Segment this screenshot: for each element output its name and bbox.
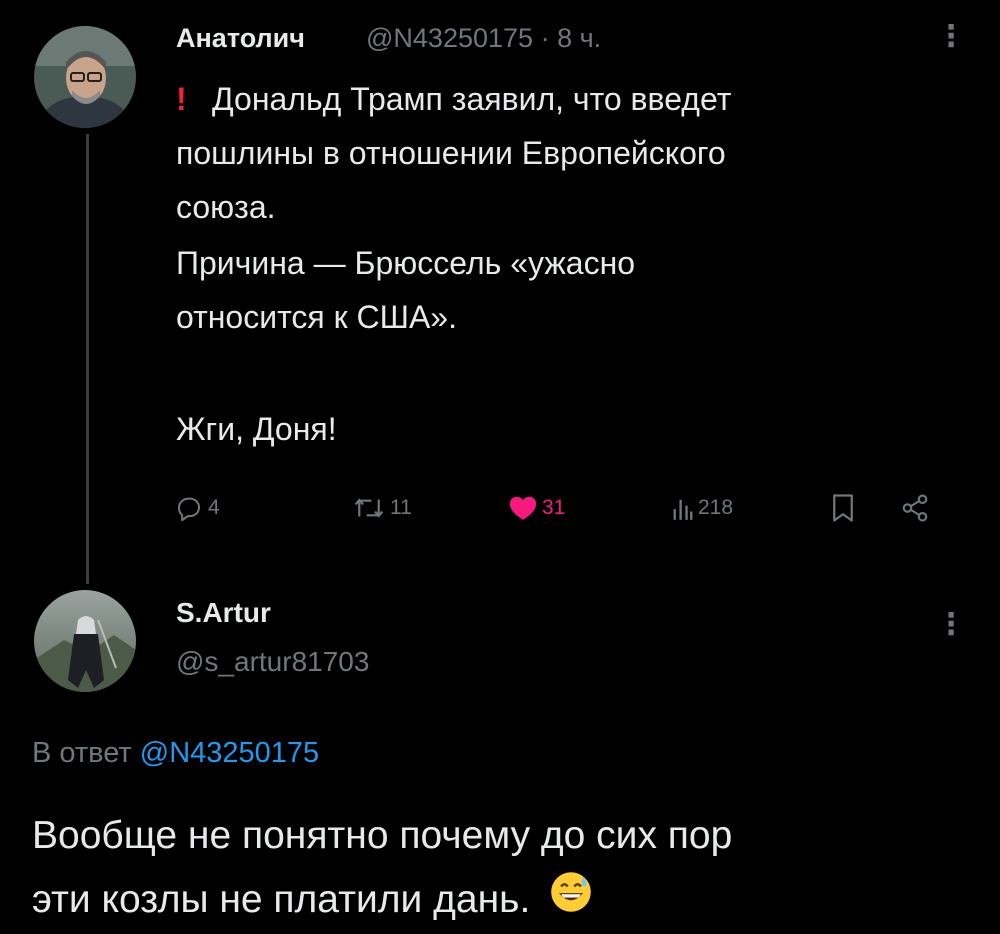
reply-count: 4: [208, 496, 220, 519]
reply-icon: [178, 497, 200, 522]
repost-icon: [354, 498, 384, 518]
reply-text-line-1: Вообще не понятно почему до сих пор: [32, 814, 733, 857]
more-vertical-icon[interactable]: ⋮: [936, 22, 966, 52]
author-avatar[interactable]: [34, 26, 136, 128]
reply-to-mention[interactable]: @N43250175: [140, 737, 319, 769]
views-button[interactable]: 218: [672, 488, 733, 528]
author-name[interactable]: Анатолич: [176, 22, 305, 54]
tweet-text-line-5: относится к США».: [176, 299, 457, 335]
alert-icon: !: [176, 81, 187, 117]
thread-connector-line: [86, 134, 89, 584]
like-count: 31: [542, 496, 566, 519]
reply-button[interactable]: 4: [174, 488, 220, 528]
repost-count: 11: [390, 496, 412, 519]
reply-author-avatar[interactable]: [34, 590, 136, 692]
like-button[interactable]: 31: [508, 488, 565, 528]
views-count: 218: [698, 496, 734, 519]
tweet-text-line-6: Жги, Доня!: [176, 411, 337, 447]
tweet-text-line-2: пошлины в отношении Европейского: [176, 135, 726, 171]
author-handle[interactable]: @N43250175: [366, 23, 533, 53]
reply-author-handle[interactable]: @s_artur81703: [176, 645, 369, 679]
reply-text-line-2: эти козлы не платили дань.: [32, 868, 593, 934]
tweet-meta: @N43250175 · 8 ч.: [366, 22, 601, 54]
grinning-sweat-emoji-icon: [549, 870, 593, 934]
share-button[interactable]: [900, 488, 930, 528]
reply-to-label: В ответ: [32, 737, 132, 769]
reply-to-line: В ответ @N43250175: [32, 735, 319, 771]
heart-icon: [509, 496, 537, 520]
tweet-time[interactable]: 8 ч.: [557, 23, 601, 53]
meta-separator: ·: [540, 23, 550, 53]
repost-button[interactable]: 11: [352, 488, 412, 528]
reply-author-name[interactable]: S.Artur: [176, 596, 271, 630]
bookmark-button[interactable]: [830, 488, 856, 528]
tweet-text-line-4: Причина — Брюссель «ужасно: [176, 245, 636, 281]
tweet-text-line-3: союза.: [176, 189, 276, 225]
share-icon: [902, 494, 928, 522]
bookmark-icon: [833, 494, 853, 522]
views-icon: [673, 499, 693, 520]
reply-more-vertical-icon[interactable]: ⋮: [936, 610, 966, 640]
tweet-text-line-1: ! Дональд Трамп заявил, что введет: [176, 72, 731, 126]
